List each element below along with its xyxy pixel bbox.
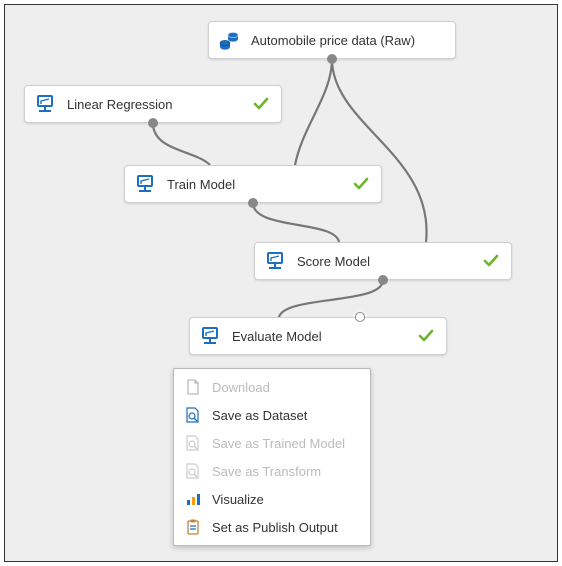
menu-item-publish-output[interactable]: Set as Publish Output bbox=[174, 513, 370, 541]
check-icon bbox=[351, 174, 371, 194]
menu-item-label: Save as Trained Model bbox=[212, 436, 345, 451]
dataset-icon bbox=[217, 28, 241, 52]
node-label: Linear Regression bbox=[67, 97, 251, 112]
menu-item-label: Save as Transform bbox=[212, 464, 321, 479]
context-menu: Download Save as Dataset Save as Train bbox=[173, 368, 371, 546]
chart-icon bbox=[184, 490, 202, 508]
module-icon bbox=[133, 172, 157, 196]
menu-item-visualize[interactable]: Visualize bbox=[174, 485, 370, 513]
module-icon bbox=[33, 92, 57, 116]
output-port[interactable] bbox=[327, 54, 337, 64]
menu-item-label: Visualize bbox=[212, 492, 264, 507]
check-icon bbox=[416, 326, 436, 346]
node-label: Train Model bbox=[167, 177, 351, 192]
output-port[interactable] bbox=[148, 118, 158, 128]
menu-item-save-dataset[interactable]: Save as Dataset bbox=[174, 401, 370, 429]
dataset-search-icon bbox=[184, 406, 202, 424]
node-label: Evaluate Model bbox=[232, 329, 416, 344]
node-label: Automobile price data (Raw) bbox=[251, 33, 445, 48]
menu-item-save-trained: Save as Trained Model bbox=[174, 429, 370, 457]
menu-item-label: Download bbox=[212, 380, 270, 395]
node-label: Score Model bbox=[297, 254, 481, 269]
trained-model-icon bbox=[184, 434, 202, 452]
menu-item-download: Download bbox=[174, 373, 370, 401]
output-port[interactable] bbox=[378, 275, 388, 285]
check-icon bbox=[481, 251, 501, 271]
output-port[interactable] bbox=[248, 198, 258, 208]
module-icon bbox=[263, 249, 287, 273]
experiment-canvas[interactable]: Automobile price data (Raw) Linear Regre… bbox=[4, 4, 558, 562]
clipboard-icon bbox=[184, 518, 202, 536]
module-icon bbox=[198, 324, 222, 348]
menu-item-label: Save as Dataset bbox=[212, 408, 307, 423]
transform-icon bbox=[184, 462, 202, 480]
check-icon bbox=[251, 94, 271, 114]
node-evaluate-model[interactable]: Evaluate Model bbox=[189, 317, 447, 355]
input-port-open[interactable] bbox=[355, 312, 365, 322]
document-icon bbox=[184, 378, 202, 396]
menu-item-label: Set as Publish Output bbox=[212, 520, 338, 535]
menu-item-save-transform: Save as Transform bbox=[174, 457, 370, 485]
